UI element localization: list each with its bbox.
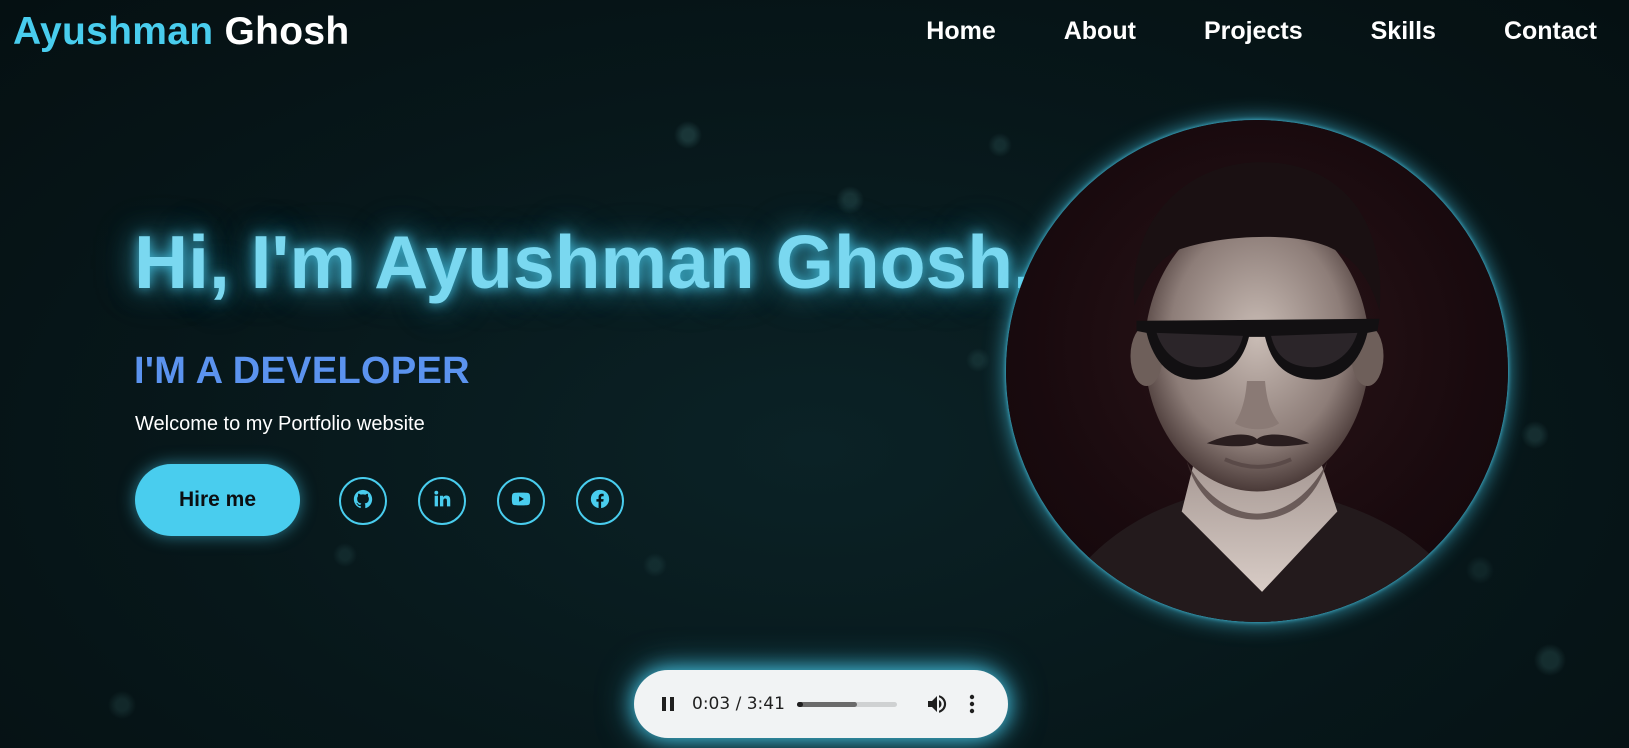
hero-role: I'M A DEVELOPER	[134, 350, 470, 392]
github-link[interactable]	[339, 477, 387, 525]
linkedin-link[interactable]	[418, 477, 466, 525]
nav-projects-link[interactable]: Projects	[1204, 14, 1303, 48]
youtube-link[interactable]	[497, 477, 545, 525]
profile-photo	[1006, 120, 1508, 622]
navbar: Ayushman Ghosh Home About Projects Skill…	[0, 0, 1629, 64]
nav-about-link[interactable]: About	[1064, 14, 1136, 48]
audio-seek-bar[interactable]	[797, 702, 897, 707]
hero-title: Hi, I'm Ayushman Ghosh.	[134, 220, 1034, 304]
pause-icon[interactable]	[658, 694, 678, 714]
hire-me-button[interactable]: Hire me	[135, 464, 300, 536]
more-options-icon[interactable]	[967, 692, 977, 716]
linkedin-icon	[431, 488, 453, 515]
audio-buffered-bar	[797, 702, 857, 707]
github-icon	[352, 488, 374, 515]
audio-player: 0:03 / 3:41	[634, 670, 1008, 738]
profile-portrait-graphic	[1046, 162, 1478, 622]
audio-played-bar	[797, 702, 803, 707]
nav-links: Home About Projects Skills Contact	[926, 14, 1597, 48]
logo-first-name: Ayushman	[13, 10, 214, 53]
hero-welcome-text: Welcome to my Portfolio website	[135, 413, 425, 435]
nav-home-link[interactable]: Home	[926, 14, 995, 48]
facebook-link[interactable]	[576, 477, 624, 525]
youtube-icon	[510, 488, 532, 515]
volume-icon[interactable]	[925, 692, 949, 716]
nav-contact-link[interactable]: Contact	[1504, 14, 1597, 48]
site-logo[interactable]: Ayushman Ghosh	[13, 10, 349, 54]
logo-last-name: Ghosh	[224, 10, 350, 53]
facebook-icon	[589, 488, 611, 515]
social-links	[339, 477, 655, 525]
nav-skills-link[interactable]: Skills	[1371, 14, 1436, 48]
audio-time: 0:03 / 3:41	[692, 694, 785, 714]
